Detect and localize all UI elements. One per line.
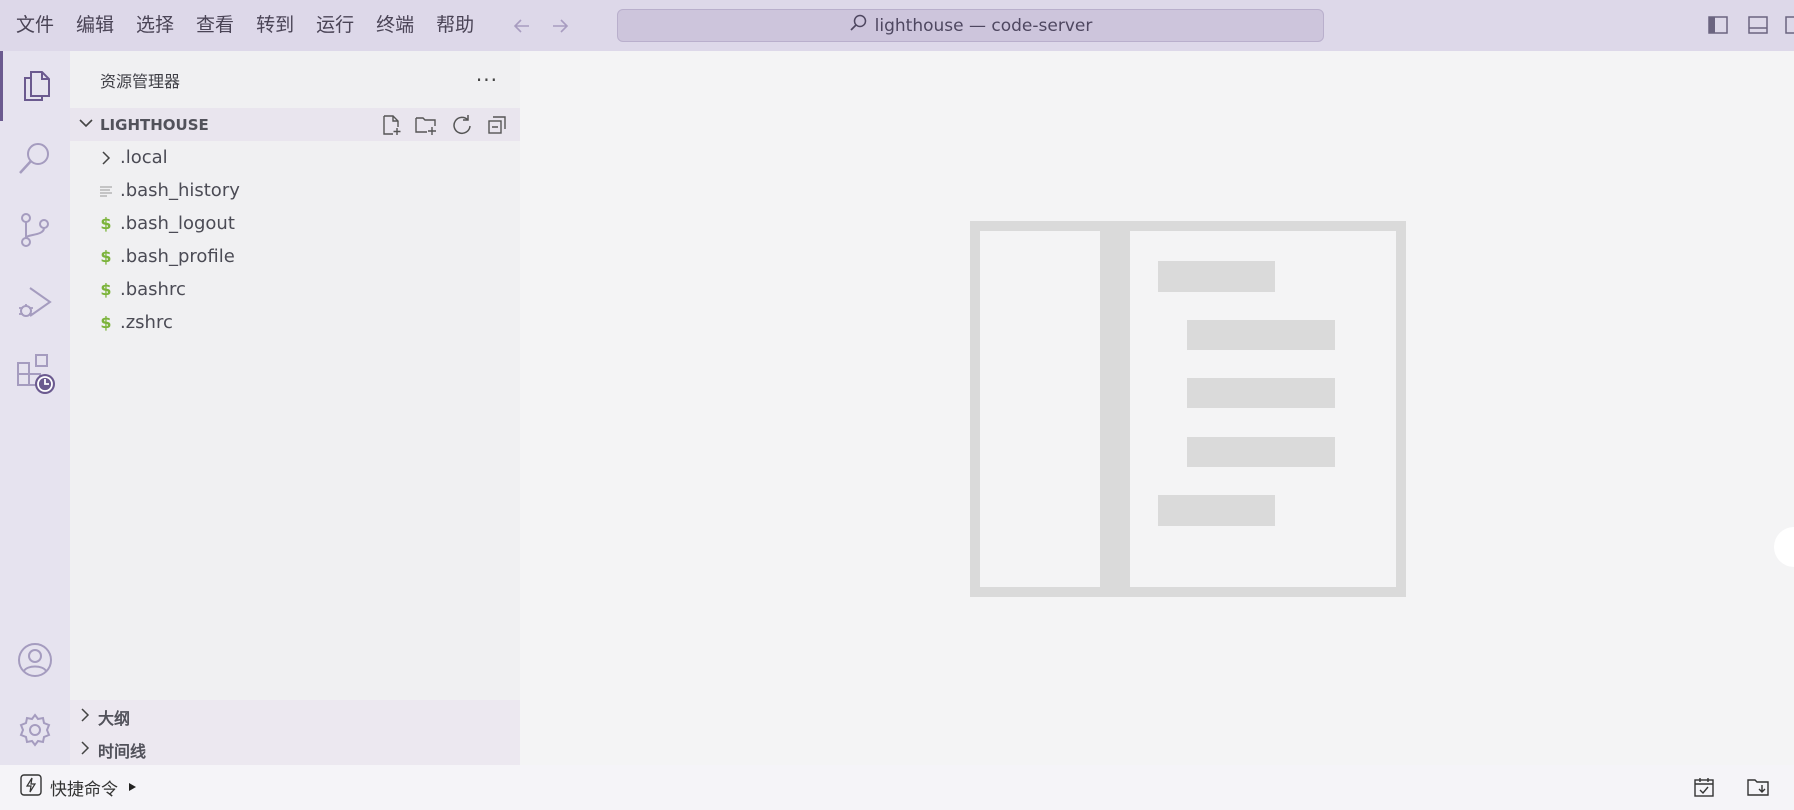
text-file-icon <box>94 179 118 203</box>
toggle-panel-icon[interactable] <box>1747 14 1769 36</box>
editor-watermark-icon <box>970 221 1406 601</box>
bottom-sections: 大纲 时间线 <box>70 700 520 766</box>
file-name: .bash_profile <box>120 246 235 267</box>
shell-script-icon: $ <box>100 280 112 299</box>
toggle-primary-sidebar-icon[interactable] <box>1707 14 1729 36</box>
menu-view[interactable]: 查看 <box>185 0 245 51</box>
menu-go[interactable]: 转到 <box>245 0 305 51</box>
title-bar: 文件 编辑 选择 查看 转到 运行 终端 帮助 lighthouse — cod… <box>0 0 1794 51</box>
tree-item-bashrc[interactable]: $ .bashrc <box>70 273 520 306</box>
search-box-label: lighthouse — code-server <box>874 15 1093 36</box>
calendar-check-icon[interactable] <box>1693 776 1717 800</box>
refresh-icon[interactable] <box>450 113 474 137</box>
command-center-search[interactable]: lighthouse — code-server <box>617 9 1324 42</box>
tree-item-bash-profile[interactable]: $ .bash_profile <box>70 240 520 273</box>
outline-title: 大纲 <box>98 708 131 728</box>
source-control-icon[interactable] <box>0 195 70 265</box>
file-name: .local <box>120 147 168 168</box>
file-name: .bash_history <box>120 180 240 201</box>
explorer-sidebar: 资源管理器 ··· LIGHTHOUSE .local .bash_histor… <box>70 51 520 766</box>
menu-bar: 文件 编辑 选择 查看 转到 运行 终端 帮助 <box>0 0 485 51</box>
file-name: .bashrc <box>120 279 186 300</box>
floating-handle[interactable] <box>1774 527 1794 567</box>
quick-command-button[interactable]: 快捷命令 <box>20 774 138 801</box>
editor-area[interactable] <box>520 51 1794 765</box>
tree-item-zshrc[interactable]: $ .zshrc <box>70 306 520 339</box>
timeline-section-header[interactable]: 时间线 <box>70 733 520 766</box>
status-bar: 快捷命令 <box>0 765 1794 810</box>
menu-file[interactable]: 文件 <box>0 0 65 51</box>
play-icon <box>126 778 138 798</box>
outline-section-header[interactable]: 大纲 <box>70 700 520 733</box>
lightning-icon <box>20 774 42 801</box>
sidebar-title: 资源管理器 <box>100 71 181 91</box>
settings-gear-icon[interactable] <box>0 695 70 765</box>
toggle-secondary-sidebar-icon[interactable] <box>1784 14 1794 36</box>
new-folder-icon[interactable] <box>414 113 438 137</box>
activity-bar <box>0 51 70 765</box>
extensions-icon[interactable] <box>0 339 70 409</box>
menu-selection[interactable]: 选择 <box>125 0 185 51</box>
search-icon <box>849 14 867 37</box>
quick-command-label: 快捷命令 <box>50 780 118 800</box>
file-name: .zshrc <box>120 312 173 333</box>
workspace-section-header[interactable]: LIGHTHOUSE <box>70 108 520 141</box>
tree-item-bash-logout[interactable]: $ .bash_logout <box>70 207 520 240</box>
chevron-right-icon <box>78 707 92 726</box>
menu-terminal[interactable]: 终端 <box>365 0 425 51</box>
folder-download-icon[interactable] <box>1746 776 1770 800</box>
run-debug-icon[interactable] <box>0 267 70 337</box>
shell-script-icon: $ <box>100 313 112 332</box>
timeline-title: 时间线 <box>98 741 147 761</box>
shell-script-icon: $ <box>100 247 112 266</box>
new-file-icon[interactable] <box>379 113 403 137</box>
forward-arrow-icon[interactable] <box>541 0 579 51</box>
file-name: .bash_logout <box>120 213 235 234</box>
tree-item-bash-history[interactable]: .bash_history <box>70 174 520 207</box>
account-icon[interactable] <box>0 625 70 695</box>
chevron-right-icon <box>94 146 118 170</box>
tree-item-local[interactable]: .local <box>70 141 520 174</box>
back-arrow-icon[interactable] <box>503 0 541 51</box>
menu-edit[interactable]: 编辑 <box>65 0 125 51</box>
collapse-all-icon[interactable] <box>485 113 509 137</box>
chevron-down-icon <box>78 115 94 135</box>
workspace-title: LIGHTHOUSE <box>100 115 209 134</box>
shell-script-icon: $ <box>100 214 112 233</box>
chevron-right-icon <box>78 740 92 759</box>
explorer-icon[interactable] <box>0 51 70 121</box>
search-icon[interactable] <box>0 123 70 193</box>
menu-run[interactable]: 运行 <box>305 0 365 51</box>
more-actions-button[interactable]: ··· <box>476 68 498 92</box>
sidebar-header: 资源管理器 ··· <box>70 51 520 108</box>
menu-help[interactable]: 帮助 <box>425 0 485 51</box>
